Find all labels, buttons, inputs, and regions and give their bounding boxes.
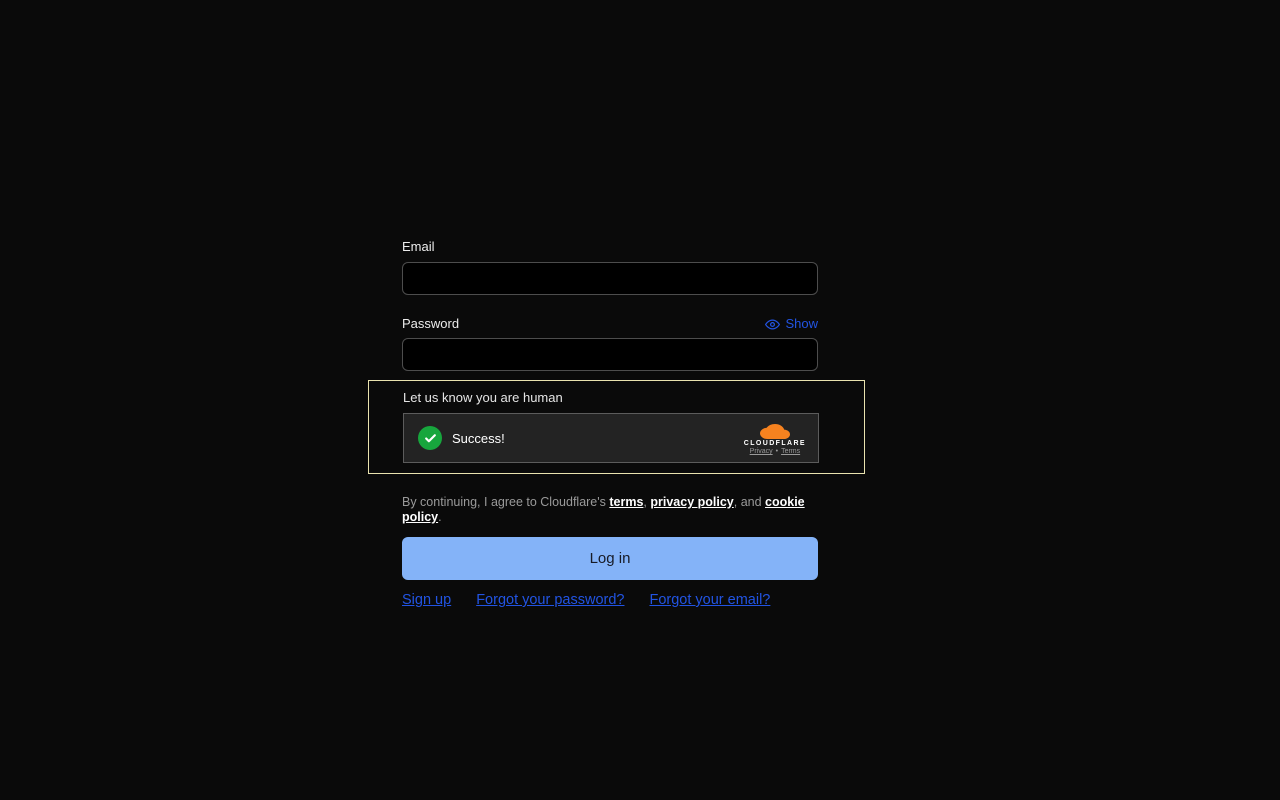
turnstile-branding: CLOUDFLARE Privacy • Terms [744,421,806,455]
forgot-password-link[interactable]: Forgot your password? [476,591,624,609]
turnstile-status: Success! [418,426,505,450]
agreement-text-after: . [438,510,442,524]
eye-icon [765,317,781,332]
turnstile-status-text: Success! [452,430,505,446]
signup-link[interactable]: Sign up [402,591,451,609]
turnstile-link-separator: • [775,448,779,455]
human-verification-heading: Let us know you are human [403,390,563,405]
human-verification-box: Let us know you are human Success! CLOUD… [368,380,865,474]
email-field[interactable] [402,262,818,295]
turnstile-terms-link[interactable]: Terms [781,448,800,455]
login-page: { "login_form": { "email": { "label": "E… [0,0,1280,800]
turnstile-legal-links: Privacy • Terms [750,448,800,455]
show-password-button[interactable]: Show [765,316,818,332]
cloudflare-wordmark: CLOUDFLARE [743,440,806,447]
agreement-text-before: By continuing, I agree to Cloudflare's [402,495,610,509]
password-label-row: Password Show [402,316,818,332]
turnstile-widget: Success! CLOUDFLARE Privacy • Terms [403,413,819,463]
agreement-privacy-link[interactable]: privacy policy [650,495,733,509]
password-label: Password [402,316,460,331]
password-field[interactable] [402,338,818,371]
cloudflare-cloud-icon [759,424,790,439]
footer-links: Sign up Forgot your password? Forgot you… [402,591,818,609]
success-check-icon [418,426,442,450]
login-form: Email Password Show Let us know you are … [368,239,865,609]
login-button[interactable]: Log in [402,537,818,580]
turnstile-privacy-link[interactable]: Privacy [750,448,773,455]
agreement-separator-2: , and [733,495,766,509]
show-password-label: Show [785,316,818,331]
forgot-email-link[interactable]: Forgot your email? [649,591,770,609]
agreement-terms-link[interactable]: terms [609,495,643,509]
email-label: Email [402,239,435,254]
agreement-text: By continuing, I agree to Cloudflare's t… [402,495,818,525]
